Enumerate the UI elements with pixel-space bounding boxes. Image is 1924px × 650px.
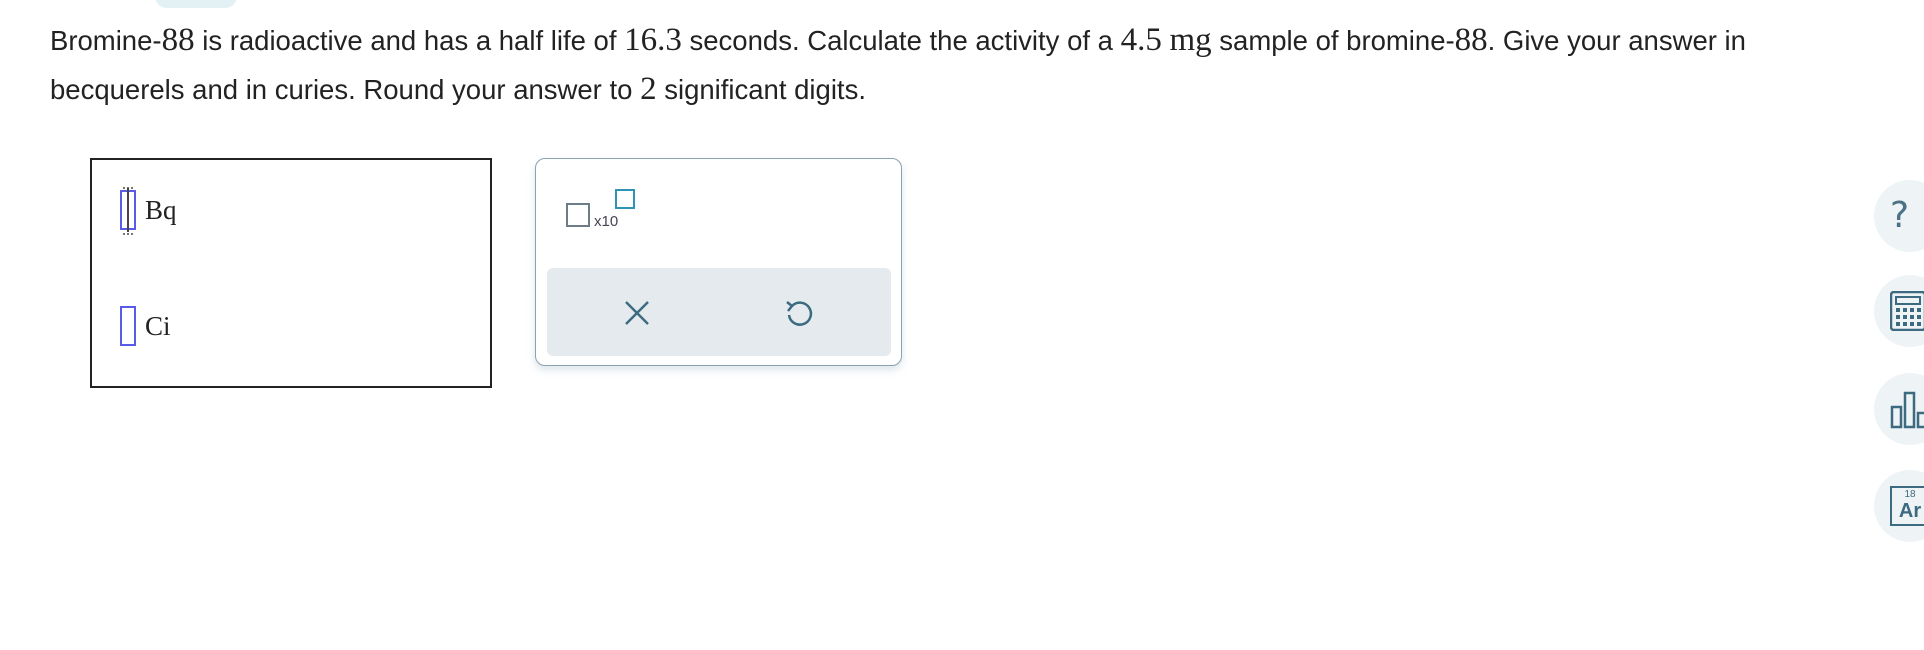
question-segment: is radioactive and has a half life of bbox=[194, 25, 625, 56]
bq-answer-input[interactable] bbox=[120, 187, 136, 235]
element-symbol: Ar bbox=[1898, 500, 1922, 522]
x10-label: x10 bbox=[594, 213, 619, 230]
calculator-button[interactable] bbox=[1874, 275, 1924, 347]
question-math: mg bbox=[1169, 22, 1212, 58]
unit-label-ci: Ci bbox=[145, 310, 171, 341]
base-box-icon bbox=[566, 203, 590, 227]
question-segment: Bromine- bbox=[50, 25, 162, 56]
top-tab-indicator bbox=[155, 0, 237, 8]
periodic-table-button[interactable]: 18 Ar bbox=[1874, 470, 1924, 542]
help-button[interactable]: ? bbox=[1874, 180, 1924, 252]
undo-icon bbox=[786, 301, 813, 326]
question-math: 88 bbox=[1454, 22, 1488, 58]
calculator-icon bbox=[1890, 291, 1924, 331]
question-math: 4.5 bbox=[1120, 22, 1162, 58]
clear-button[interactable] bbox=[612, 288, 662, 338]
close-icon bbox=[625, 301, 649, 325]
question-math: 16.3 bbox=[624, 22, 682, 58]
question-mark-icon: ? bbox=[1890, 195, 1910, 236]
answer-row-bq: Bq bbox=[120, 187, 177, 235]
scientific-notation-button[interactable]: x10 bbox=[566, 189, 646, 239]
question-text: Bromine-88 is radioactive and has a half… bbox=[50, 16, 1850, 114]
ci-answer-input[interactable] bbox=[120, 306, 136, 346]
question-segment: seconds. Calculate the activity of a bbox=[681, 25, 1121, 56]
question-math: 2 bbox=[640, 71, 657, 107]
question-segment: sample of bromine- bbox=[1211, 25, 1455, 56]
periodic-table-icon: 18 Ar bbox=[1890, 486, 1924, 526]
data-chart-button[interactable] bbox=[1874, 373, 1924, 445]
undo-button[interactable] bbox=[773, 288, 823, 338]
answer-row-ci: Ci bbox=[120, 306, 171, 346]
math-tool-panel: x10 bbox=[535, 158, 902, 366]
answer-box: Bq Ci bbox=[90, 158, 492, 388]
exponent-box-icon bbox=[615, 189, 635, 209]
atomic-number: 18 bbox=[1904, 489, 1916, 500]
question-segment: significant digits. bbox=[656, 74, 866, 105]
unit-label-bq: Bq bbox=[145, 194, 177, 225]
bar-chart-icon bbox=[1890, 391, 1924, 429]
action-bar bbox=[547, 268, 891, 356]
question-math: 88 bbox=[161, 22, 195, 58]
